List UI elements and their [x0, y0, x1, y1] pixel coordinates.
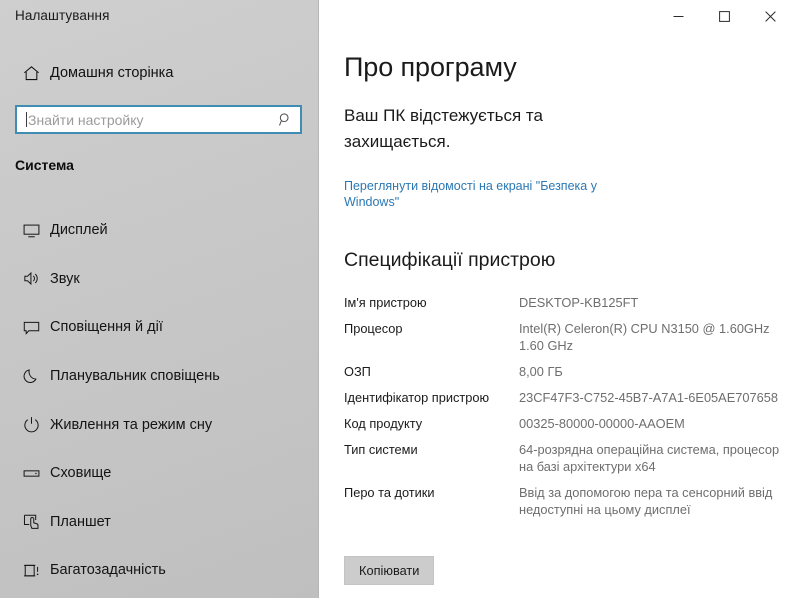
- spec-value-device-name: DESKTOP-KB125FT: [519, 295, 639, 310]
- sidebar-item-focus-assist-label: Планувальник сповіщень: [50, 368, 220, 385]
- spec-label-processor: Процесор: [344, 321, 403, 336]
- tablet-icon: [12, 512, 50, 531]
- spec-value-processor: Intel(R) Celeron(R) CPU N3150 @ 1.60GHz …: [519, 321, 770, 353]
- storage-icon: [12, 464, 50, 483]
- multitasking-icon: [12, 561, 50, 580]
- spec-label-system-type: Тип системи: [344, 442, 418, 457]
- home-icon: [12, 64, 50, 83]
- table-row: Ім'я пристрою DESKTOP-KB125FT: [344, 294, 792, 311]
- sidebar-item-sound[interactable]: Звук: [0, 255, 318, 304]
- table-row: Ідентифікатор пристрою 23CF47F3-C752-45B…: [344, 389, 792, 406]
- sidebar-item-storage[interactable]: Сховище: [0, 449, 318, 498]
- windows-security-link[interactable]: Переглянути відомості на екрані "Безпека…: [344, 178, 624, 210]
- spec-value-ram: 8,00 ГБ: [519, 364, 563, 379]
- sidebar-item-notifications-label: Сповіщення й дії: [50, 319, 163, 336]
- spec-label-device-id: Ідентифікатор пристрою: [344, 390, 490, 405]
- sidebar-item-power-sleep-label: Живлення та режим сну: [50, 416, 213, 433]
- display-icon: [12, 221, 50, 240]
- sidebar-item-home-label: Домашня сторінка: [50, 65, 174, 81]
- notifications-icon: [12, 318, 50, 337]
- spec-label-pen-touch: Перо та дотики: [344, 485, 435, 500]
- sidebar-item-display[interactable]: Дисплей: [0, 206, 318, 255]
- sidebar-item-focus-assist[interactable]: Планувальник сповіщень: [0, 352, 318, 401]
- table-row: Процесор Intel(R) Celeron(R) CPU N3150 @…: [344, 320, 792, 354]
- table-row: Перо та дотики Ввід за допомогою пера та…: [344, 484, 792, 518]
- sidebar-item-display-label: Дисплей: [50, 222, 108, 239]
- device-specifications-table: Ім'я пристрою DESKTOP-KB125FT Процесор I…: [344, 294, 792, 527]
- moon-icon: [12, 367, 50, 386]
- spec-label-product-id: Код продукту: [344, 416, 423, 431]
- power-icon: [12, 415, 50, 434]
- sidebar-item-tablet-label: Планшет: [50, 513, 111, 530]
- spec-label-ram: ОЗП: [344, 364, 371, 379]
- sidebar-item-tablet[interactable]: Планшет: [0, 498, 318, 547]
- sound-icon: [12, 269, 50, 288]
- spec-value-system-type: 64-розрядна операційна система, процесор…: [519, 442, 780, 474]
- sidebar-nav-list: Дисплей Звук Сповіщення й дії Планувальн…: [0, 206, 318, 595]
- sidebar-item-notifications[interactable]: Сповіщення й дії: [0, 303, 318, 352]
- device-specifications-title: Специфікації пристрою: [344, 249, 556, 271]
- content-area: Про програму Ваш ПК відстежується та зах…: [344, 0, 793, 598]
- window-title: Налаштування: [15, 8, 110, 23]
- search-icon[interactable]: [270, 112, 300, 127]
- sidebar: Налаштування Домашня сторінка Система: [0, 0, 319, 598]
- copy-button[interactable]: Копіювати: [344, 556, 435, 585]
- table-row: Код продукту 00325-80000-00000-AAOEM: [344, 415, 792, 432]
- page-title: Про програму: [344, 52, 517, 82]
- main-panel: Про програму Ваш ПК відстежується та зах…: [319, 0, 793, 598]
- protection-status-text: Ваш ПК відстежується та захищається.: [344, 106, 543, 151]
- table-row: ОЗП 8,00 ГБ: [344, 363, 792, 380]
- settings-window: Налаштування Домашня сторінка Система: [0, 0, 793, 598]
- spec-value-device-id: 23CF47F3-C752-45B7-A7A1-6E05AE707658: [519, 390, 778, 405]
- sidebar-item-storage-label: Сховище: [50, 465, 112, 482]
- sidebar-item-home[interactable]: Домашня сторінка: [0, 57, 318, 89]
- sidebar-item-sound-label: Звук: [50, 270, 80, 287]
- table-row: Тип системи 64-розрядна операційна систе…: [344, 441, 792, 475]
- spec-label-device-name: Ім'я пристрою: [344, 295, 427, 310]
- sidebar-item-multitasking-label: Багатозадачність: [50, 562, 166, 579]
- sidebar-item-power-sleep[interactable]: Живлення та режим сну: [0, 400, 318, 449]
- search-box[interactable]: [15, 105, 302, 134]
- sidebar-group-header: Система: [15, 157, 74, 173]
- search-input[interactable]: [27, 107, 270, 132]
- sidebar-item-multitasking[interactable]: Багатозадачність: [0, 546, 318, 595]
- spec-value-pen-touch: Ввід за допомогою пера та сенсорний ввід…: [519, 485, 773, 517]
- spec-value-product-id: 00325-80000-00000-AAOEM: [519, 416, 685, 431]
